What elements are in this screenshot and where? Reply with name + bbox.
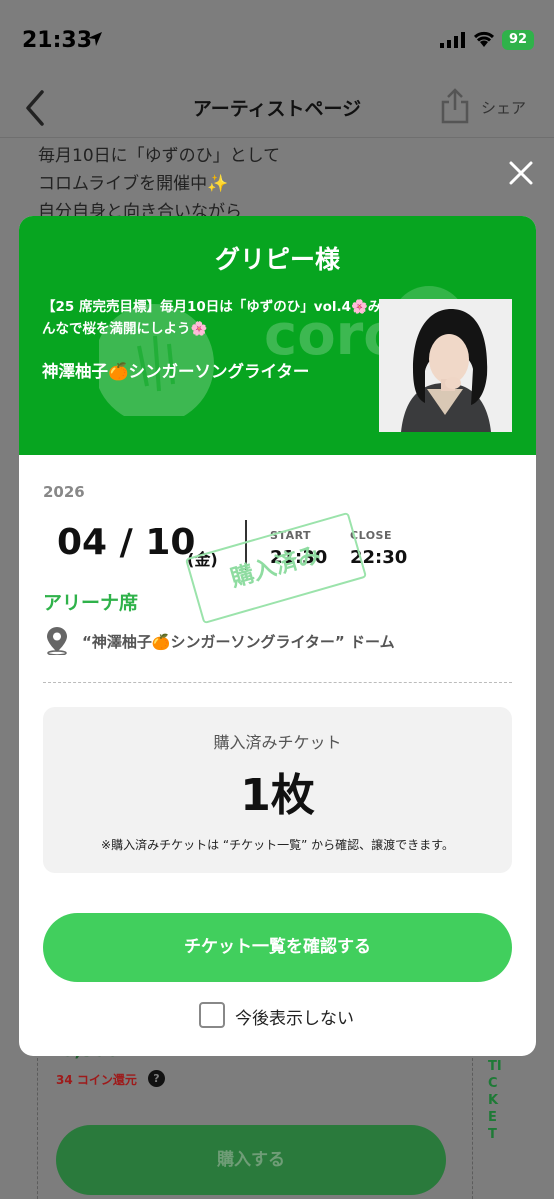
event-title: 【25 席完売目標】毎月10日は「ゆずのひ」vol.4🌸みんなで桜を満開にしよう… xyxy=(42,299,382,337)
share-icon[interactable] xyxy=(440,88,470,124)
seat-type: アリーナ席 xyxy=(43,592,139,614)
status-time: 21:33 xyxy=(22,28,93,53)
purchased-ticket-box: 購入済みチケット 1枚 ※購入済みチケットは “チケット一覧” から確認、譲渡で… xyxy=(43,707,512,873)
artist-photo xyxy=(379,299,512,432)
ticket-card-edge xyxy=(472,1058,473,1199)
event-year: 2026 xyxy=(43,483,85,501)
artist-portrait-image xyxy=(379,299,512,432)
purchase-complete-modal: coro グリピー様 【25 席完売目標】毎月10日は「ゆずのひ」vol.4🌸み… xyxy=(19,216,536,1056)
description-line: コロムライブを開催中✨ xyxy=(38,174,229,194)
event-date: 04 / 10 xyxy=(57,522,196,563)
dashed-divider xyxy=(43,682,512,683)
coin-reward: 34 コイン還元 xyxy=(56,1073,137,1087)
modal-title: グリピー様 xyxy=(214,245,340,274)
buy-button[interactable]: 購入する xyxy=(56,1125,446,1195)
location-arrow-icon xyxy=(88,32,102,46)
wifi-icon xyxy=(473,31,495,47)
cellular-signal-icon xyxy=(440,32,465,48)
battery-indicator: 92 xyxy=(502,30,534,50)
modal-header: coro グリピー様 【25 席完売目標】毎月10日は「ゆずのひ」vol.4🌸み… xyxy=(19,216,536,455)
dont-show-checkbox[interactable] xyxy=(199,1002,225,1028)
location-pin-icon xyxy=(47,627,67,655)
help-icon[interactable]: ? xyxy=(148,1070,165,1087)
venue-name: “神澤柚子🍊シンガーソングライター” ドーム xyxy=(82,633,395,651)
artist-description: 毎月10日に「ゆずのひ」として コロムライブを開催中✨ 自分自身と向き合いながら xyxy=(38,142,280,226)
artist-name: 神澤柚子🍊シンガーソングライター xyxy=(42,362,310,381)
view-ticket-list-button[interactable]: チケット一覧を確認する xyxy=(43,913,512,982)
ticket-side-label: TICKET xyxy=(488,1059,502,1142)
ticket-note: ※購入済みチケットは “チケット一覧” から確認、譲渡できます。 xyxy=(101,838,454,852)
dont-show-label[interactable]: 今後表示しない xyxy=(235,1004,354,1029)
ticket-box-title: 購入済みチケット xyxy=(213,733,342,752)
nav-bar: アーティストページ シェア xyxy=(0,80,554,138)
ticket-count: 1枚 xyxy=(240,770,315,821)
ticket-card-edge xyxy=(37,1058,38,1199)
close-icon[interactable] xyxy=(506,158,536,188)
page-title: アーティストページ xyxy=(192,98,362,120)
share-label[interactable]: シェア xyxy=(481,97,526,118)
status-bar: 21:33 92 xyxy=(0,0,554,80)
description-line: 毎月10日に「ゆずのひ」として xyxy=(38,146,281,166)
